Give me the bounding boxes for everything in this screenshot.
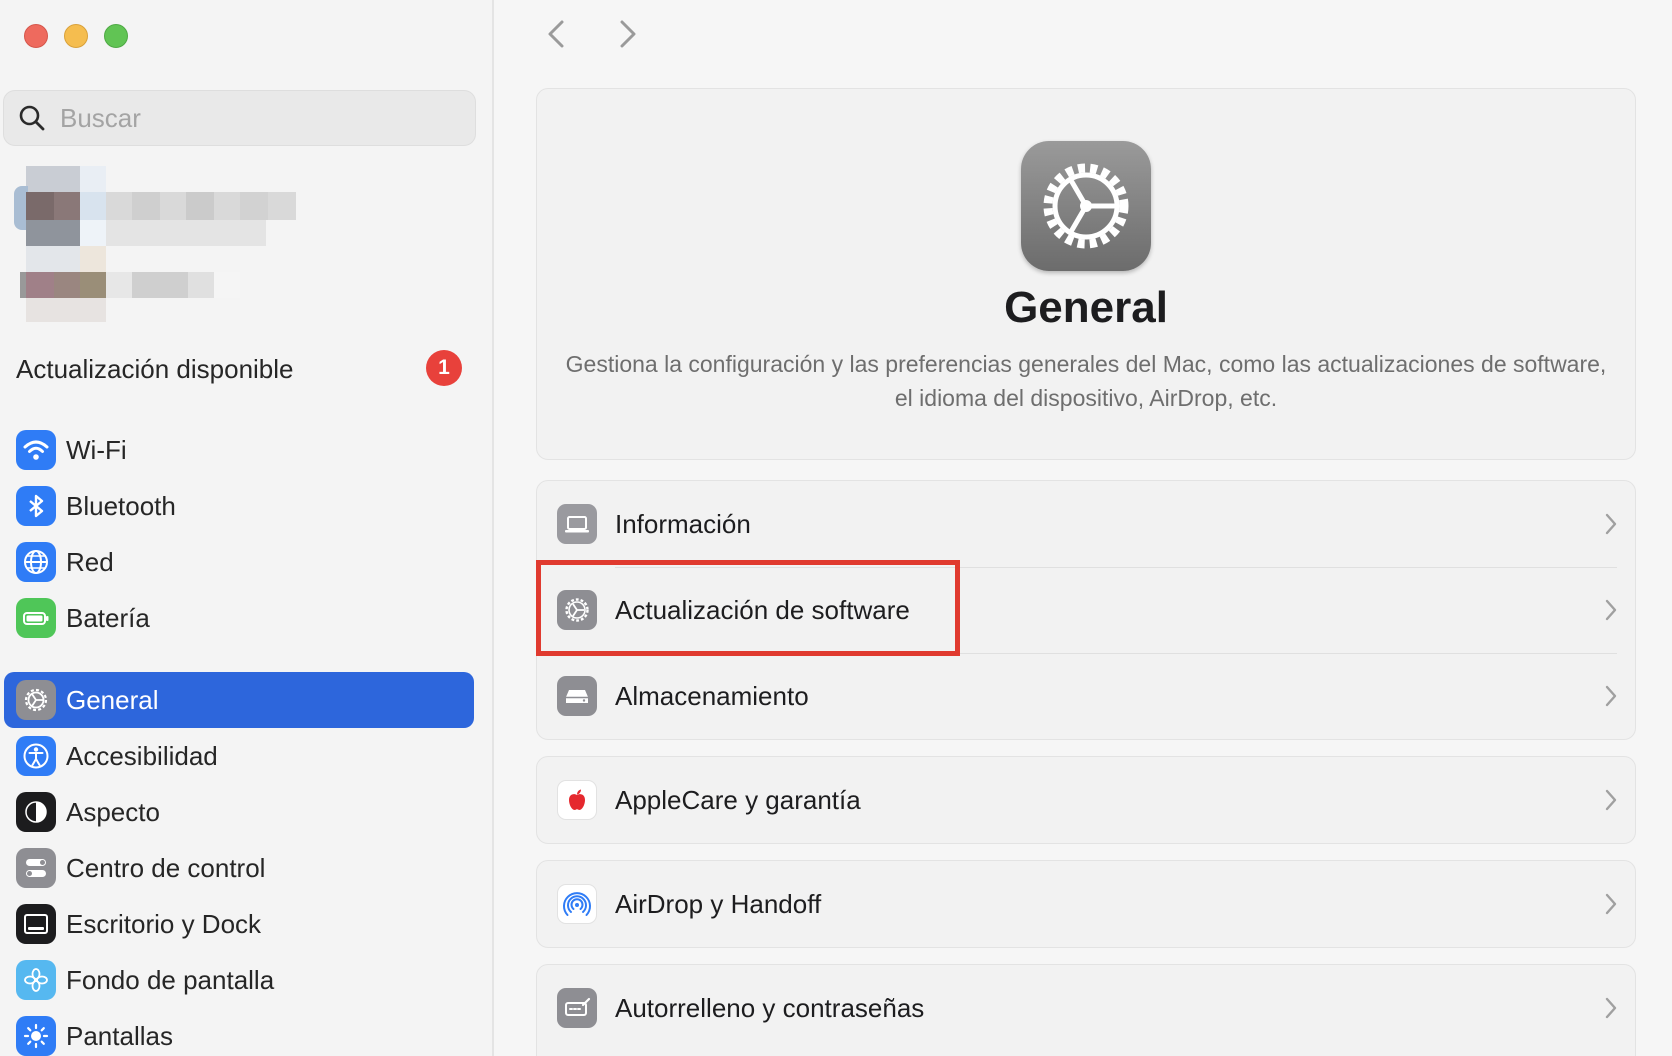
sidebar-item-battery[interactable]: Batería xyxy=(4,590,474,646)
appearance-icon xyxy=(16,792,56,832)
row-label: Actualización de software xyxy=(615,594,910,625)
search-icon xyxy=(19,105,45,131)
gear-icon xyxy=(16,680,56,720)
minimize-window-button[interactable] xyxy=(64,24,88,48)
sidebar-item-displays[interactable]: Pantallas xyxy=(4,1008,474,1056)
forward-chevron-icon[interactable] xyxy=(612,16,644,52)
software-update-icon xyxy=(557,590,597,630)
sidebar-item-bluetooth[interactable]: Bluetooth xyxy=(4,478,474,534)
bluetooth-icon xyxy=(16,486,56,526)
row-label: AppleCare y garantía xyxy=(615,784,861,815)
sidebar-item-control-center[interactable]: Centro de control xyxy=(4,840,474,896)
sidebar-item-label: General xyxy=(66,684,159,715)
chevron-right-icon xyxy=(1605,789,1617,811)
row-label: AirDrop y Handoff xyxy=(615,888,822,919)
general-header-card: General Gestiona la configuración y las … xyxy=(536,88,1636,460)
row-label: Información xyxy=(615,508,751,539)
sidebar: Actualización disponible 1 Wi-Fi Bluetoo… xyxy=(0,0,494,1056)
sidebar-item-label: Escritorio y Dock xyxy=(66,908,262,939)
page-title: General xyxy=(1004,283,1168,332)
row-label: Almacenamiento xyxy=(615,680,809,711)
main-content: General Gestiona la configuración y las … xyxy=(496,0,1672,1056)
search-input[interactable] xyxy=(60,102,460,134)
row-autorrelleno[interactable]: Autorrelleno y contraseñas xyxy=(537,965,1635,1051)
page-description: Gestiona la configuración y las preferen… xyxy=(565,351,1607,411)
autofill-icon xyxy=(557,988,597,1028)
back-chevron-icon[interactable] xyxy=(540,16,572,52)
sidebar-item-label: Fondo de pantalla xyxy=(66,964,275,995)
history-navigation xyxy=(540,16,644,52)
sidebar-group-network: Wi-Fi Bluetooth Red Batería xyxy=(4,422,474,646)
sidebar-item-label: Aspecto xyxy=(66,796,160,827)
sidebar-item-general[interactable]: General xyxy=(4,672,474,728)
close-window-button[interactable] xyxy=(24,24,48,48)
update-available-row[interactable]: Actualización disponible 1 xyxy=(0,344,494,394)
zoom-window-button[interactable] xyxy=(104,24,128,48)
sidebar-item-network[interactable]: Red xyxy=(4,534,474,590)
wallpaper-icon xyxy=(16,960,56,1000)
settings-group-autofill: Autorrelleno y contraseñas xyxy=(536,964,1636,1056)
battery-icon xyxy=(16,598,56,638)
row-informacion[interactable]: Información xyxy=(537,481,1635,567)
settings-group-applecare: AppleCare y garantía xyxy=(536,756,1636,844)
row-label: Autorrelleno y contraseñas xyxy=(615,992,925,1023)
sidebar-item-desktop-dock[interactable]: Escritorio y Dock xyxy=(4,896,474,952)
update-available-label: Actualización disponible xyxy=(16,353,294,384)
sidebar-item-label: Red xyxy=(66,546,114,577)
settings-group-1: Información Actualización de software Al… xyxy=(536,480,1636,740)
accessibility-icon xyxy=(16,736,56,776)
globe-icon xyxy=(16,542,56,582)
search-field[interactable] xyxy=(3,90,476,146)
chevron-right-icon xyxy=(1605,685,1617,707)
control-center-icon xyxy=(16,848,56,888)
displays-icon xyxy=(16,1016,56,1056)
sidebar-item-wallpaper[interactable]: Fondo de pantalla xyxy=(4,952,474,1008)
sidebar-item-label: Pantallas xyxy=(66,1020,173,1051)
chevron-right-icon xyxy=(1605,997,1617,1019)
apple-icon xyxy=(557,780,597,820)
sidebar-item-label: Wi-Fi xyxy=(66,434,127,465)
sidebar-item-label: Batería xyxy=(66,602,150,633)
chevron-right-icon xyxy=(1605,599,1617,621)
sidebar-group-system: General Accesibilidad Aspecto Centro de … xyxy=(4,672,474,1056)
account-avatar-blurred[interactable] xyxy=(14,166,314,326)
update-count-badge: 1 xyxy=(426,350,462,386)
dock-icon xyxy=(16,904,56,944)
sidebar-item-label: Accesibilidad xyxy=(66,740,218,771)
row-actualizacion-software[interactable]: Actualización de software xyxy=(537,567,1635,653)
storage-icon xyxy=(557,676,597,716)
chevron-right-icon xyxy=(1605,513,1617,535)
row-almacenamiento[interactable]: Almacenamiento xyxy=(537,653,1635,739)
wifi-icon xyxy=(16,430,56,470)
sidebar-item-accessibility[interactable]: Accesibilidad xyxy=(4,728,474,784)
laptop-icon xyxy=(557,504,597,544)
row-airdrop-handoff[interactable]: AirDrop y Handoff xyxy=(537,861,1635,947)
window-controls xyxy=(24,24,128,48)
row-applecare[interactable]: AppleCare y garantía xyxy=(537,757,1635,843)
general-gear-icon xyxy=(1021,141,1151,271)
airdrop-icon xyxy=(557,884,597,924)
settings-group-airdrop: AirDrop y Handoff xyxy=(536,860,1636,948)
sidebar-item-label: Centro de control xyxy=(66,852,266,883)
sidebar-item-label: Bluetooth xyxy=(66,490,176,521)
sidebar-item-wifi[interactable]: Wi-Fi xyxy=(4,422,474,478)
chevron-right-icon xyxy=(1605,893,1617,915)
sidebar-item-appearance[interactable]: Aspecto xyxy=(4,784,474,840)
